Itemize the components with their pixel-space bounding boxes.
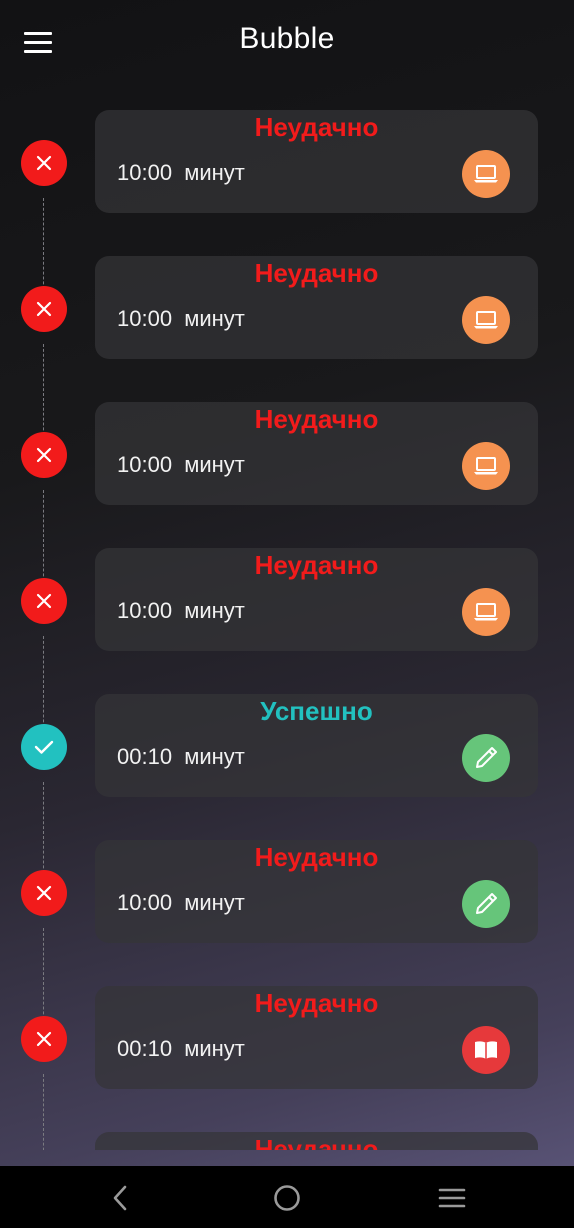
duration-unit: минут (184, 744, 245, 769)
session-card[interactable]: Неудачно 10:00 минут (95, 548, 538, 651)
failed-status-icon (21, 286, 67, 332)
session-card[interactable]: Неудачно 00:10 минут (95, 986, 538, 1089)
laptop-icon (462, 442, 510, 490)
session-card[interactable]: Неудачно 10:00 минут (95, 256, 538, 359)
session-timeline[interactable]: Неудачно 10:00 минут Неудачно 10:00 мину… (0, 84, 574, 1150)
timeline-entry: Неудачно 10:00 минут (0, 230, 574, 450)
session-duration: 10:00 минут (117, 890, 245, 916)
book-icon (462, 1026, 510, 1074)
success-check-icon (21, 724, 67, 770)
duration-value: 10:00 (117, 598, 173, 623)
session-card[interactable]: Неудачно (95, 1132, 538, 1150)
session-status: Неудачно (254, 112, 379, 142)
session-status: Неудачно (254, 258, 379, 288)
timeline-entry: Успешно 00:10 минут (0, 668, 574, 888)
recents-icon[interactable] (432, 1180, 472, 1216)
home-icon[interactable] (267, 1180, 307, 1216)
pen-icon (462, 880, 510, 928)
failed-status-icon (21, 1016, 67, 1062)
duration-value: 10:00 (117, 890, 173, 915)
duration-value: 00:10 (117, 1036, 173, 1061)
timeline-entry: Неудачно 10:00 минут (0, 84, 574, 304)
session-card[interactable]: Неудачно 10:00 минут (95, 840, 538, 943)
session-status: Неудачно (254, 1134, 379, 1150)
duration-unit: минут (184, 306, 245, 331)
failed-status-icon (21, 870, 67, 916)
duration-unit: минут (184, 1036, 245, 1061)
duration-value: 10:00 (117, 306, 173, 331)
session-duration: 00:10 минут (117, 744, 245, 770)
session-card[interactable]: Неудачно 10:00 минут (95, 110, 538, 213)
session-duration: 10:00 минут (117, 306, 245, 332)
duration-value: 10:00 (117, 160, 173, 185)
timeline-entry: Неудачно 10:00 минут (0, 522, 574, 742)
session-status: Неудачно (254, 550, 379, 580)
session-status: Успешно (260, 696, 373, 726)
session-status: Неудачно (254, 842, 379, 872)
laptop-icon (462, 150, 510, 198)
duration-value: 00:10 (117, 744, 173, 769)
laptop-icon (462, 296, 510, 344)
failed-status-icon (21, 140, 67, 186)
app-bar: Bubble (0, 0, 574, 84)
session-status: Неудачно (254, 404, 379, 434)
duration-unit: минут (184, 890, 245, 915)
duration-unit: минут (184, 598, 245, 623)
duration-unit: минут (184, 160, 245, 185)
pen-icon (462, 734, 510, 782)
failed-status-icon (21, 432, 67, 478)
session-duration: 10:00 минут (117, 452, 245, 478)
duration-value: 10:00 (117, 452, 173, 477)
timeline-entry: Неудачно 10:00 минут (0, 814, 574, 1034)
timeline-entry: Неудачно 10:00 минут (0, 376, 574, 596)
session-status: Неудачно (254, 988, 379, 1018)
session-duration: 10:00 минут (117, 160, 245, 186)
session-duration: 00:10 минут (117, 1036, 245, 1062)
session-duration: 10:00 минут (117, 598, 245, 624)
failed-status-icon (21, 578, 67, 624)
duration-unit: минут (184, 452, 245, 477)
session-card[interactable]: Успешно 00:10 минут (95, 694, 538, 797)
timeline-entry: Неудачно 00:10 минут (0, 960, 574, 1150)
system-nav-bar (0, 1166, 574, 1228)
session-card[interactable]: Неудачно 10:00 минут (95, 402, 538, 505)
back-icon[interactable] (100, 1180, 140, 1216)
app-title: Bubble (239, 22, 335, 55)
timeline-entry: Неудачно (0, 1106, 574, 1150)
laptop-icon (462, 588, 510, 636)
